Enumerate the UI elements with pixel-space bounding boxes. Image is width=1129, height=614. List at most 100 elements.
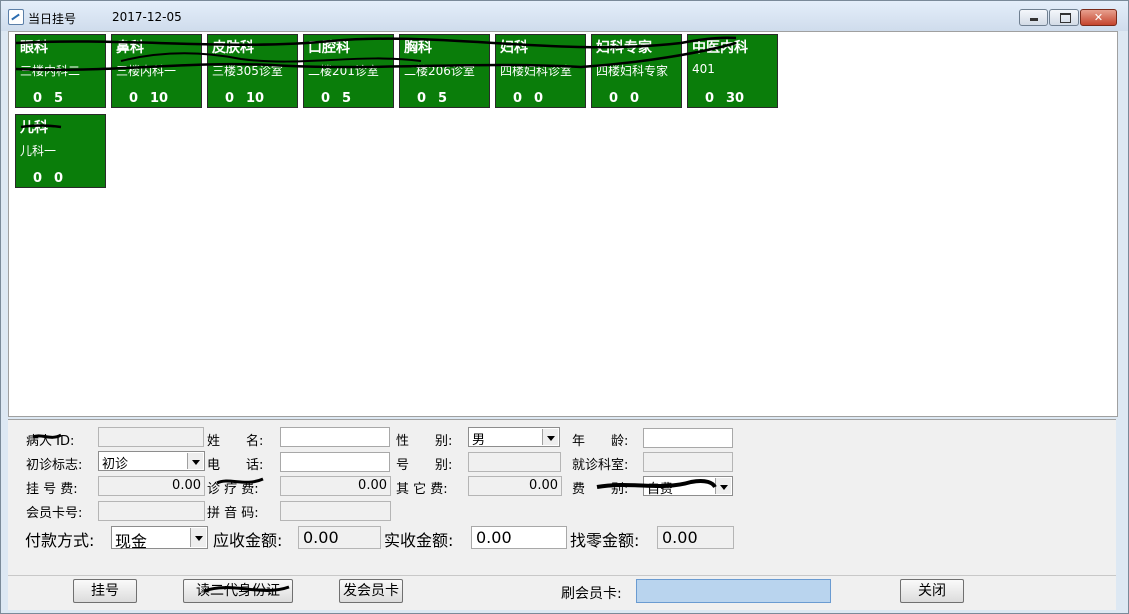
member-card-label: 会员卡号: <box>26 506 83 521</box>
diag-fee-label: 诊 疗 费: <box>207 482 259 497</box>
dept-count-a: 0 <box>705 91 715 106</box>
sex-select[interactable]: 男 <box>468 427 560 448</box>
maximize-button[interactable] <box>1049 9 1079 26</box>
patient-id-label: 病人 ID: <box>26 434 75 449</box>
chevron-down-icon[interactable] <box>542 429 558 445</box>
clinic-room-label: 就诊科室: <box>572 458 629 473</box>
dept-tile[interactable]: 妇科专家 四楼妇科专家 0 0 <box>591 34 682 108</box>
age-label: 年 龄: <box>572 434 629 449</box>
minimize-icon <box>1030 18 1038 21</box>
chevron-down-icon[interactable] <box>190 528 206 547</box>
dept-tile[interactable]: 口腔科 二楼201诊室 0 5 <box>303 34 394 108</box>
dept-tile[interactable]: 儿科 儿科一 0 0 <box>15 114 106 188</box>
member-card-field[interactable] <box>98 501 205 521</box>
dept-room: 401 <box>692 62 715 76</box>
fee-type-label: 费 别: <box>572 482 629 497</box>
title-bar: 当日挂号 2017-12-05 ✕ <box>1 1 1128 31</box>
reg-fee-field[interactable]: 0.00 <box>98 476 205 496</box>
dept-room: 四楼妇科专家 <box>596 64 669 78</box>
number-type-field[interactable] <box>468 452 561 472</box>
dept-name: 妇科专家 <box>596 40 652 56</box>
registration-form: 病人 ID: 姓 名: 性 别: 男 年 龄: 初诊标志: 初诊 电 话: 号 … <box>8 419 1116 576</box>
dept-count-b: 0 <box>630 91 640 106</box>
name-label: 姓 名: <box>207 434 264 449</box>
number-type-label: 号 别: <box>396 458 453 473</box>
dept-name: 中医内科 <box>692 40 748 56</box>
issue-member-card-button[interactable]: 发会员卡 <box>339 579 403 603</box>
patient-id-field[interactable] <box>98 427 204 447</box>
dept-name: 胸科 <box>404 40 432 56</box>
dept-room: 二楼201诊室 <box>308 64 379 78</box>
dept-count-b: 5 <box>438 91 448 106</box>
change-field[interactable]: 0.00 <box>657 526 734 549</box>
dept-room: 三楼内科二 <box>20 64 81 78</box>
dept-count-a: 0 <box>33 171 43 186</box>
dept-tile[interactable]: 皮肤科 三楼305诊室 0 10 <box>207 34 298 108</box>
dept-name: 眼科 <box>20 40 48 56</box>
dept-tile[interactable]: 鼻科 三楼内科一 0 10 <box>111 34 202 108</box>
register-button[interactable]: 挂号 <box>73 579 137 603</box>
dept-count-a: 0 <box>609 91 619 106</box>
phone-label: 电 话: <box>207 458 264 473</box>
reg-fee-label: 挂 号 费: <box>26 482 78 497</box>
dept-count-b: 10 <box>150 91 169 106</box>
payment-select[interactable]: 现金 <box>111 526 208 551</box>
change-label: 找零金额: <box>570 531 640 550</box>
receivable-field[interactable]: 0.00 <box>298 526 381 549</box>
receivable-label: 应收金额: <box>213 531 283 550</box>
dept-count-b: 10 <box>246 91 265 106</box>
maximize-icon <box>1060 13 1071 23</box>
dept-count-b: 5 <box>54 91 64 106</box>
payment-value: 现金 <box>115 532 148 551</box>
clinic-room-field[interactable] <box>643 452 733 472</box>
window-title: 当日挂号 <box>28 12 77 26</box>
visit-flag-value: 初诊 <box>102 457 129 472</box>
dept-tile[interactable]: 胸科 二楼206诊室 0 5 <box>399 34 490 108</box>
dept-tile[interactable]: 妇科 四楼妇科诊室 0 0 <box>495 34 586 108</box>
footer-bar: 挂号 读二代身份证 发会员卡 刷会员卡: 关闭 <box>8 575 1116 610</box>
dept-count-a: 0 <box>417 91 427 106</box>
registration-window: 当日挂号 2017-12-05 ✕ 眼科 三楼内科二 0 5 鼻科 三楼内科一 … <box>0 0 1129 614</box>
visit-flag-select[interactable]: 初诊 <box>98 451 205 472</box>
dept-room: 四楼妇科诊室 <box>500 64 573 78</box>
close-icon: ✕ <box>1093 11 1104 24</box>
close-window-button[interactable]: ✕ <box>1080 9 1117 26</box>
diag-fee-field[interactable]: 0.00 <box>280 476 391 496</box>
pinyin-field[interactable] <box>280 501 391 521</box>
dept-count-b: 0 <box>54 171 64 186</box>
sex-label: 性 别: <box>396 434 453 449</box>
dept-count-a: 0 <box>225 91 235 106</box>
dept-room: 儿科一 <box>20 144 57 158</box>
dept-count-a: 0 <box>321 91 331 106</box>
dept-name: 儿科 <box>20 120 48 136</box>
dept-count-b: 5 <box>342 91 352 106</box>
age-field[interactable] <box>643 428 733 448</box>
read-id-card-button[interactable]: 读二代身份证 <box>183 579 293 603</box>
close-button[interactable]: 关闭 <box>900 579 964 603</box>
dept-name: 口腔科 <box>308 40 350 56</box>
minimize-button[interactable] <box>1019 9 1048 26</box>
dept-count-b: 0 <box>534 91 544 106</box>
received-field[interactable]: 0.00 <box>471 526 567 549</box>
dept-name: 皮肤科 <box>212 40 254 56</box>
other-fee-field[interactable]: 0.00 <box>468 476 562 496</box>
dept-tile[interactable]: 眼科 三楼内科二 0 5 <box>15 34 106 108</box>
swipe-card-input[interactable] <box>636 579 831 603</box>
department-panel: 眼科 三楼内科二 0 5 鼻科 三楼内科一 0 10 皮肤科 三楼305诊室 0… <box>8 31 1118 417</box>
dept-name: 鼻科 <box>116 40 144 56</box>
phone-field[interactable] <box>280 452 390 472</box>
other-fee-label: 其 它 费: <box>396 482 448 497</box>
visit-flag-label: 初诊标志: <box>26 458 83 473</box>
dept-name: 妇科 <box>500 40 528 56</box>
dept-count-a: 0 <box>129 91 139 106</box>
dept-count-a: 0 <box>513 91 523 106</box>
fee-type-value: 自费 <box>647 482 674 497</box>
dept-tile[interactable]: 中医内科 401 0 30 <box>687 34 778 108</box>
app-icon <box>8 9 24 25</box>
dept-room: 三楼305诊室 <box>212 64 283 78</box>
chevron-down-icon[interactable] <box>187 453 203 469</box>
window-date: 2017-12-05 <box>112 10 182 24</box>
fee-type-select[interactable]: 自费 <box>643 476 733 497</box>
name-field[interactable] <box>280 427 390 447</box>
chevron-down-icon[interactable] <box>715 478 731 494</box>
